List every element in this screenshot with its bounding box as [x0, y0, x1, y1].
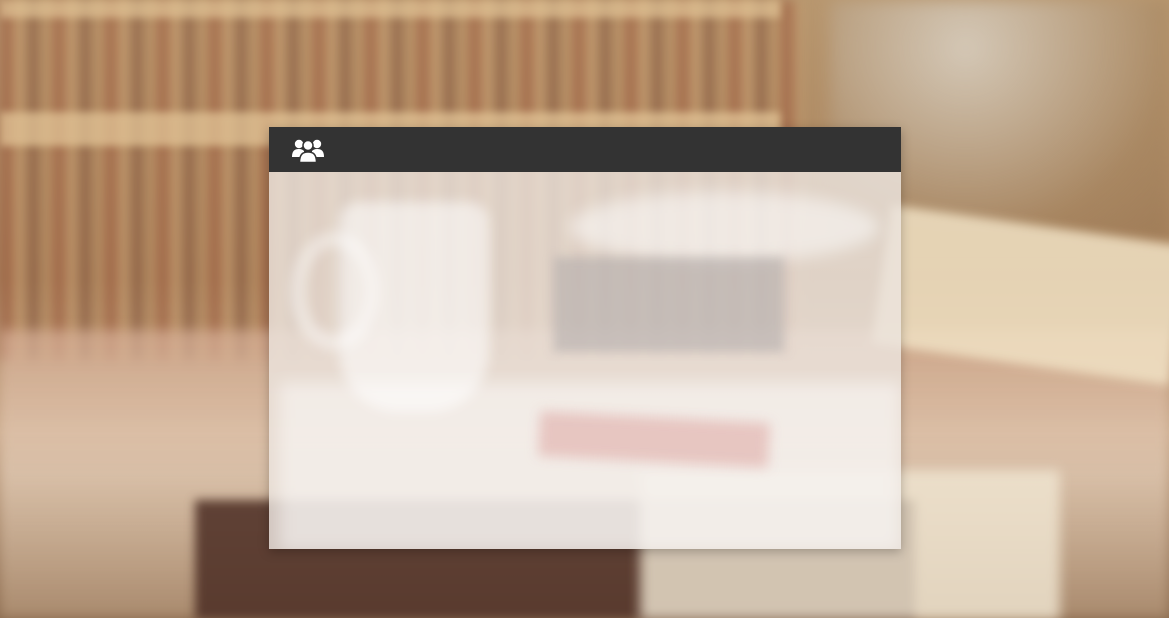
shelf-plank-top — [0, 0, 780, 18]
dialog-window — [269, 127, 901, 549]
dialog-body — [269, 172, 901, 549]
book-spine-blur — [554, 257, 784, 352]
dialog-header — [269, 127, 901, 172]
users-group-icon[interactable] — [291, 137, 325, 164]
cup-blur — [339, 202, 489, 412]
saucer-blur — [279, 382, 901, 549]
book-top-blur — [569, 192, 879, 262]
